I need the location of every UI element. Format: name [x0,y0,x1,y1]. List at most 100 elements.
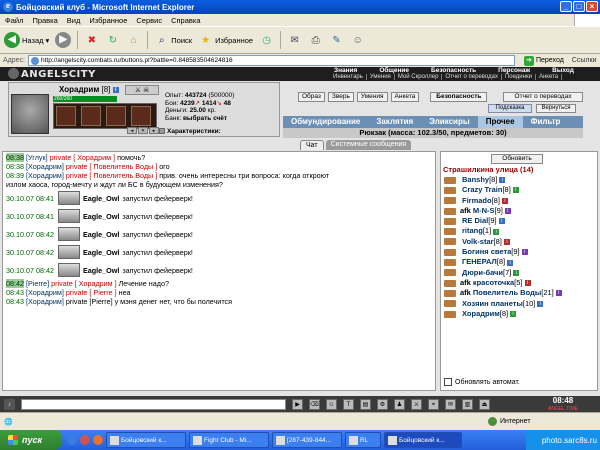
chat-private-target[interactable]: private [ Повелитель Воды ] [66,171,157,180]
chat-log[interactable]: 08:38 [Углук] private [ Хорадрим ] помоч… [2,151,436,391]
close-icon[interactable]: × [586,1,598,12]
pet-button[interactable]: Зверь [327,92,354,102]
ie-icon[interactable] [67,435,77,445]
list-item[interactable]: Banshy [8] i [444,175,562,185]
start-button[interactable]: пуск [0,430,62,450]
player-name[interactable]: ritang [462,226,483,236]
nav-transfers[interactable]: Отчет о переводах [442,74,502,80]
private-message-icon[interactable] [444,310,456,318]
auto-refresh-checkbox[interactable]: Обновлять автомат. [444,378,520,386]
private-message-icon[interactable] [444,259,456,267]
edit-icon[interactable]: ✎ [329,33,344,48]
chat-nick[interactable]: [Pierre] [26,279,49,288]
chat-timestamp[interactable]: 08:42 [6,279,24,288]
private-message-icon[interactable] [444,186,456,194]
player-name[interactable]: Crazy Train [462,185,502,195]
clear-icon[interactable]: ⌫ [309,398,320,410]
back-button[interactable]: ◀ Назад ▾ [4,32,49,48]
info-icon[interactable]: i [512,187,519,194]
stop-icon[interactable]: ✖ [84,33,99,48]
private-message-icon[interactable] [444,238,456,246]
private-message-icon[interactable] [444,176,456,184]
info-icon[interactable]: i [524,280,531,287]
address-input[interactable]: http://angelscity.combats.ru/buttons.pl?… [27,55,515,66]
player-name[interactable]: Firmado [462,196,492,206]
chat-nick[interactable]: [Хорадрим] [26,288,64,297]
arrow-right-icon[interactable]: ▸ [149,127,159,134]
send-icon[interactable]: ▶ [292,398,303,410]
taskbar-item[interactable]: [287-439-844... [272,432,342,448]
private-message-icon[interactable] [444,207,456,215]
home-icon[interactable]: ⌂ [126,33,141,48]
settings-icon[interactable]: ⚙ [377,398,388,410]
chat-nick[interactable]: Eagle_Owl [83,194,119,203]
player-name[interactable]: RE Dial [462,216,488,226]
chat-timestamp[interactable]: 08:38 [6,153,24,162]
list-item[interactable]: afk красоточка [5] i [444,278,562,288]
chat-nick[interactable]: Eagle_Owl [83,212,119,221]
list-item[interactable]: RE Dial [9] i [444,216,562,226]
tab-chat[interactable]: Чат [300,140,324,150]
filter-icon[interactable]: T [343,398,354,410]
chat-private-target[interactable]: private [ Повелитель Воды ] [66,162,157,171]
taskbar-item[interactable]: Fight Club - Mi... [189,432,269,448]
chat-private-target[interactable]: private [ Pierre ] [66,288,117,297]
bank-link[interactable]: выбрать счёт [183,115,227,122]
tab-other[interactable]: Прочее [477,116,523,128]
player-name[interactable]: Богиня света [462,247,511,257]
image-button[interactable]: Образ [298,92,325,102]
search-button[interactable]: ⌕ Поиск [154,33,192,48]
go-button[interactable]: ➔ Переход [523,55,564,66]
exit-icon[interactable]: ⏏ [479,398,490,410]
menu-help[interactable]: Справка [171,16,200,25]
nav-security[interactable]: Безопасность [420,67,487,74]
smile-icon[interactable]: ☺ [326,398,337,410]
menu-file[interactable]: Файл [5,16,23,25]
chat-timestamp[interactable]: 08:38 [6,162,24,171]
menu-edit[interactable]: Правка [32,16,57,25]
forward-button[interactable]: ▶ [55,32,72,48]
taskbar-item[interactable]: Бойцовский к... [106,432,186,448]
history-icon[interactable]: ◷ [259,33,274,48]
skills-button[interactable]: Умения [356,92,388,102]
transfers-report-button[interactable]: Отчет о переводах [503,92,583,102]
nav-fights[interactable]: Поединки [502,74,536,80]
firefox-icon[interactable] [93,435,103,445]
private-message-icon[interactable] [444,228,456,236]
characteristics-toggle[interactable]: Характеристики: [159,128,221,135]
tab-spells[interactable]: Заклятия [368,116,421,128]
maximize-icon[interactable]: □ [573,1,585,12]
profile-button[interactable]: Анкета [390,92,420,102]
equipment-slot[interactable] [106,106,126,126]
refresh-button[interactable]: Обновить [491,154,543,164]
site-logo[interactable]: ANGELSCITY [8,68,96,80]
list-item[interactable]: Firmado [8] i [444,196,562,206]
info-icon[interactable]: i [498,218,505,225]
chat-nick[interactable]: Eagle_Owl [83,230,119,239]
sword-icon[interactable]: ⚔ [411,398,422,410]
player-name[interactable]: Дюри-бачи [462,268,503,278]
taskbar-item[interactable]: RL [345,432,381,448]
minimize-icon[interactable]: _ [560,1,572,12]
tab-equipment[interactable]: Обмундирование [283,116,368,128]
map-icon[interactable]: ⌖ [428,398,439,410]
player-name[interactable]: Volk-star [462,237,494,247]
list-item[interactable]: Дюри-бачи [7] i [444,268,562,278]
list-item[interactable]: Хозяин планеты [10] i [444,299,562,309]
info-icon[interactable]: i [510,311,517,317]
info-icon[interactable]: i [504,208,511,215]
player-name[interactable]: Повелитель Воды [473,288,541,298]
player-name[interactable]: красоточка [473,278,514,288]
print-icon[interactable]: ⎙ [308,33,323,48]
info-icon[interactable]: i [501,197,508,204]
taskbar-item-active[interactable]: Бойцовский к... [384,432,462,448]
private-message-icon[interactable] [444,197,456,205]
chat-nick[interactable]: Eagle_Owl [83,248,119,257]
hint-button[interactable]: Подсказка [488,104,532,113]
chat-timestamp[interactable]: 08:39 [6,171,24,180]
list-item[interactable]: Volk-star [8] i [444,237,562,247]
equipment-slot[interactable] [131,106,151,126]
list-item[interactable]: Богиня света [9] i [444,247,562,257]
list-item[interactable]: afk M-N-S [9] i [444,206,562,216]
equipment-slot[interactable] [81,106,101,126]
